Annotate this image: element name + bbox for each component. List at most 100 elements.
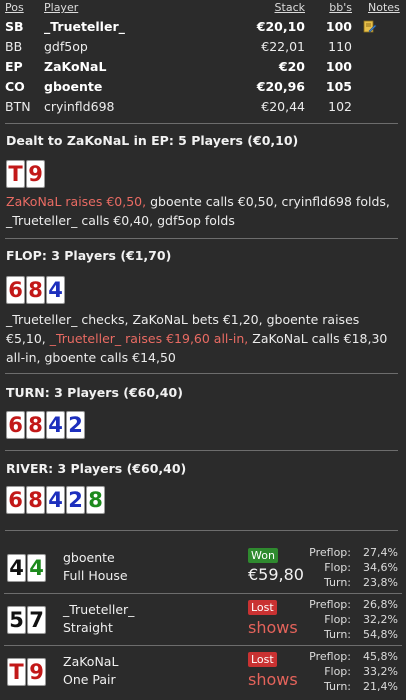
divider (4, 593, 402, 594)
divider (5, 530, 398, 531)
playing-card: T (7, 658, 26, 686)
player-bb: 100 (325, 59, 352, 74)
player-position: BB (5, 39, 23, 54)
player-name[interactable]: cryinfld698 (44, 99, 114, 114)
notes-column-header[interactable]: Notes (368, 1, 400, 14)
playing-card: 4 (46, 411, 65, 439)
equity-street: Flop: (324, 665, 351, 678)
playing-card: T (6, 160, 25, 188)
player-bb: 102 (328, 99, 352, 114)
player-stack: €22,01 (261, 39, 305, 54)
table-row: CO gboente €20,96 105 (0, 79, 406, 98)
player-stack: €20 (278, 59, 305, 74)
playing-card: 8 (26, 276, 45, 304)
table-row: BB gdf5op €22,01 110 (0, 39, 406, 58)
flop-title: FLOP: 3 Players (€1,70) (6, 248, 172, 263)
equity-row: Flop: 34,6% (298, 560, 398, 575)
equity-row: Turn: 21,4% (298, 679, 398, 694)
pos-column-header[interactable]: Pos (5, 1, 24, 14)
players-table: Pos Player Stack bb's Notes SB _Truetelle… (0, 0, 406, 120)
player-bb: 105 (325, 79, 352, 94)
shows-label[interactable]: shows (248, 618, 298, 637)
river-cards: 68428 (6, 486, 105, 514)
hero-action: ZaKoNaL raises €0,50, (6, 194, 147, 209)
playing-card: 4 (27, 554, 46, 582)
river-title: RIVER: 3 Players (€60,40) (6, 461, 187, 476)
playing-card: 8 (26, 486, 45, 514)
player-position: SB (5, 19, 24, 34)
equity-value: 45,8% (363, 650, 398, 663)
table-row: BTN cryinfld698 €20,44 102 (0, 99, 406, 118)
equity-street: Preflop: (309, 546, 351, 559)
table-row: EP ZaKoNaL €20 100 (0, 59, 406, 78)
flop-cards: 684 (6, 276, 65, 304)
playing-card: 7 (27, 606, 46, 634)
showdown-row: 4 4 gboente Full House Won €59,80 Preflop: 27,4… (4, 544, 402, 590)
player-name[interactable]: ZaKoNaL (44, 59, 106, 74)
hole-cards: T9 (7, 658, 46, 686)
playing-card: 8 (26, 411, 45, 439)
equity-value: 23,8% (363, 576, 398, 589)
table-header-row: Pos Player Stack bb's Notes (0, 1, 406, 20)
equity-street: Flop: (324, 613, 351, 626)
result-badge: Lost (248, 652, 277, 667)
equity-row: Preflop: 27,4% (298, 545, 398, 560)
preflop-title: Dealt to ZaKoNaL in EP: 5 Players (€0,10… (6, 133, 299, 148)
playing-card: 5 (7, 606, 26, 634)
divider (4, 645, 402, 646)
showdown-row: T 9 ZaKoNaL One Pair Lost shows Preflop: 45,8% F… (4, 648, 402, 694)
player-position: CO (5, 79, 25, 94)
equity-street: Turn: (323, 576, 351, 589)
equity-value: 21,4% (363, 680, 398, 693)
player-name[interactable]: gboente (44, 79, 102, 94)
turn-title: TURN: 3 Players (€60,40) (6, 385, 183, 400)
player-stack: €20,10 (256, 19, 305, 34)
playing-card: 9 (26, 160, 45, 188)
equity-list: Preflop: 26,8% Flop: 32,2% Turn: 54,8% (298, 597, 398, 642)
bb-column-header[interactable]: bb's (329, 1, 352, 14)
player-name[interactable]: _Trueteller_ (63, 602, 134, 617)
table-row: SB _Trueteller_ €20,10 100 (0, 19, 406, 38)
playing-card: 2 (66, 411, 85, 439)
player-name[interactable]: gboente (63, 550, 115, 565)
playing-card: 6 (6, 486, 25, 514)
flop-actions: _Trueteller_ checks, ZaKoNaL bets €1,20,… (6, 310, 401, 367)
highlighted-action: _Trueteller_ raises €19,60 all-in, (49, 331, 249, 346)
player-stack: €20,44 (261, 99, 305, 114)
player-column-header[interactable]: Player (44, 1, 78, 14)
player-name[interactable]: ZaKoNaL (63, 654, 118, 669)
stack-column-header[interactable]: Stack (275, 1, 305, 14)
result-badge: Won (248, 548, 278, 563)
divider (5, 450, 398, 451)
equity-row: Flop: 32,2% (298, 612, 398, 627)
equity-row: Turn: 54,8% (298, 627, 398, 642)
playing-card: 6 (6, 411, 25, 439)
note-icon[interactable] (363, 20, 377, 34)
player-bb: 100 (325, 19, 352, 34)
playing-card: 4 (7, 554, 26, 582)
turn-cards: 6842 (6, 411, 85, 439)
equity-street: Turn: (323, 628, 351, 641)
equity-value: 32,2% (363, 613, 398, 626)
equity-street: Turn: (323, 680, 351, 693)
hand-rank: One Pair (63, 672, 116, 687)
player-stack: €20,96 (256, 79, 305, 94)
shows-label[interactable]: shows (248, 670, 298, 689)
hole-cards: T9 (6, 160, 45, 188)
equity-row: Preflop: 26,8% (298, 597, 398, 612)
equity-list: Preflop: 27,4% Flop: 34,6% Turn: 23,8% (298, 545, 398, 590)
playing-card: 4 (46, 276, 65, 304)
result-badge: Lost (248, 600, 277, 615)
equity-row: Turn: 23,8% (298, 575, 398, 590)
playing-card: 4 (46, 486, 65, 514)
equity-street: Preflop: (309, 598, 351, 611)
equity-row: Flop: 33,2% (298, 664, 398, 679)
divider (5, 123, 398, 124)
hole-cards: 57 (7, 606, 46, 634)
playing-card: 9 (27, 658, 46, 686)
player-name[interactable]: gdf5op (44, 39, 88, 54)
playing-card: 8 (86, 486, 105, 514)
hand-rank: Full House (63, 568, 128, 583)
player-name[interactable]: _Trueteller_ (44, 19, 125, 34)
divider (5, 238, 398, 239)
